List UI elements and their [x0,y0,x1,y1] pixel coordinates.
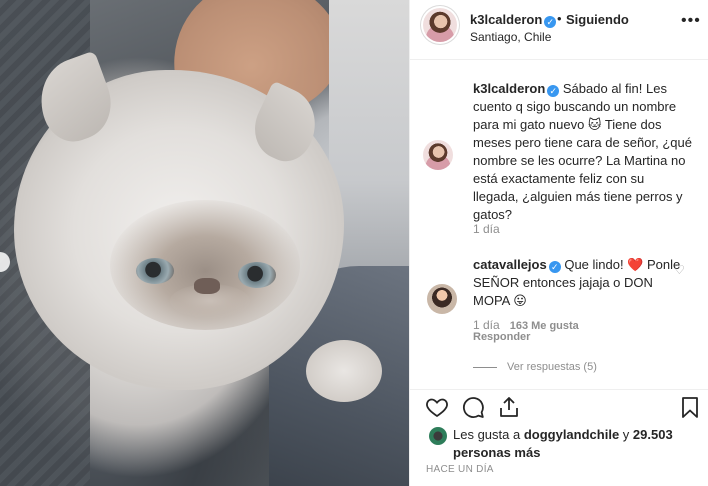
heart-icon[interactable] [425,395,449,419]
author-username-text[interactable]: k3lcalderon [470,12,542,27]
author-username[interactable]: k3lcalderon ✓ [470,12,557,28]
separator-dot: • [557,11,562,26]
share-icon[interactable] [497,395,521,419]
post-side-panel: k3lcalderon ✓ • Siguiendo Santiago, Chile… [409,0,708,486]
caption-timestamp[interactable]: 1 día [473,222,500,236]
likes-prefix: Les gusta a [453,427,524,442]
liker-avatar[interactable] [429,427,447,445]
bookmark-icon[interactable] [678,395,702,419]
liker-username[interactable]: doggylandchile [524,427,619,442]
verified-icon: ✓ [548,261,561,273]
post-caption: k3lcalderon ✓ Sábado al fin! Les cuento q… [473,80,693,224]
view-replies-button[interactable]: Ver respuestas (5) [473,361,597,373]
comment-timestamp[interactable]: 1 día [473,318,500,332]
post-location[interactable]: Santiago, Chile [470,30,551,44]
post-header: k3lcalderon ✓ • Siguiendo Santiago, Chile… [410,0,708,60]
comments-area[interactable]: k3lcalderon ✓ Sábado al fin! Les cuento q… [410,60,708,390]
kitten-paw [306,340,382,402]
author-avatar[interactable] [423,8,457,42]
commenter-avatar[interactable] [427,284,457,314]
comment-meta: 1 día 163 Me gusta [473,318,579,332]
replies-divider [473,366,497,368]
caption-username[interactable]: k3lcalderon [473,81,545,96]
view-replies-label[interactable]: Ver respuestas (5) [507,361,597,373]
likes-middle: y [619,427,633,442]
kitten-nose [194,278,220,294]
comment: catavallejos ✓ Que lindo! ❤️ Ponle SEÑOR … [473,256,683,310]
verified-icon: ✓ [544,16,557,28]
post-photo[interactable] [0,0,409,486]
likes-text: Les gusta a doggylandchile y 29.503 pers… [453,426,698,462]
comment-icon[interactable] [461,395,485,419]
verified-icon: ✓ [547,85,560,97]
post-timestamp[interactable]: HACE UN DÍA [426,464,494,475]
comment-like-heart-icon[interactable]: ♡ [674,263,685,277]
likes-summary: Les gusta a doggylandchile y 29.503 pers… [410,424,708,464]
follow-status-button[interactable]: Siguiendo [566,12,629,27]
reply-button[interactable]: Responder [473,331,530,343]
kitten-right-eye [238,262,276,288]
kitten-left-eye [136,258,174,284]
caption-text: Sábado al fin! Les cuento q sigo buscand… [473,81,692,222]
action-bar [410,391,708,425]
comment-username[interactable]: catavallejos [473,257,547,272]
ellipsis-icon[interactable]: ••• [681,12,701,30]
caption-author-avatar[interactable] [423,140,453,170]
